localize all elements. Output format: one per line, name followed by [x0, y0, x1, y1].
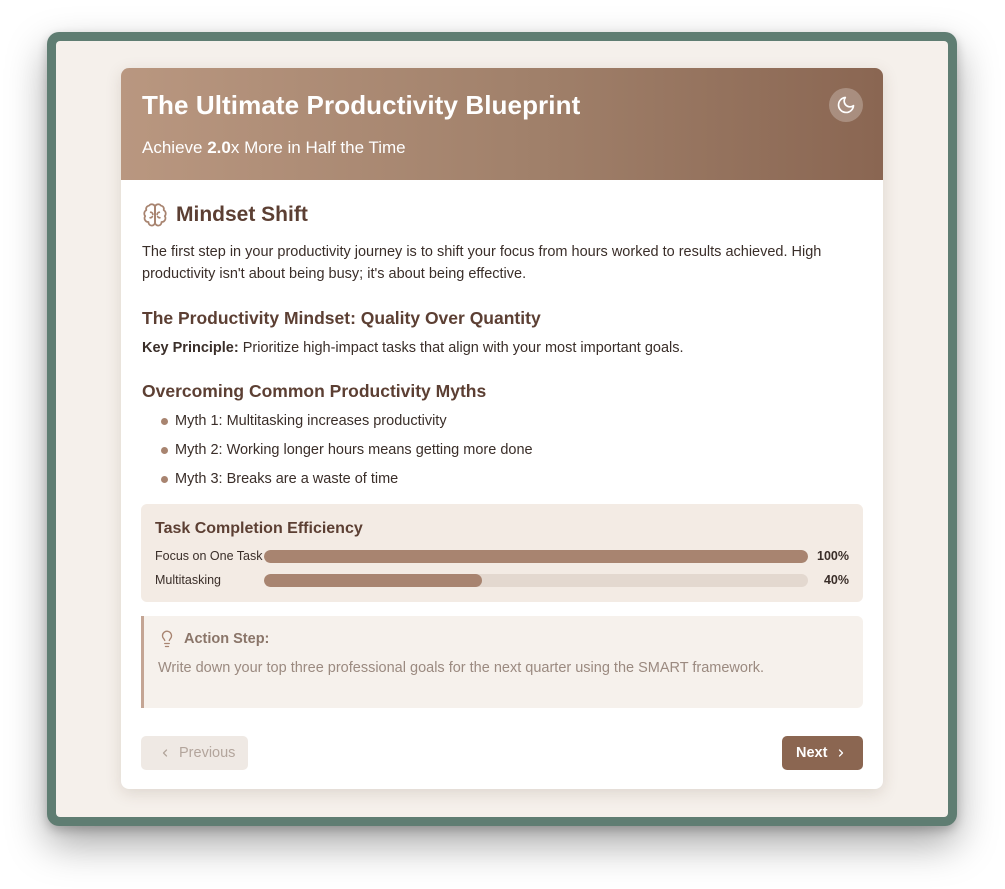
next-button[interactable]: Next	[782, 736, 863, 770]
chevron-right-icon	[839, 749, 844, 757]
subtitle-suffix: x More in Half the Time	[230, 138, 406, 157]
brain-icon	[143, 203, 167, 227]
chart-title: Task Completion Efficiency	[155, 520, 363, 537]
lesson-card: The Ultimate Productivity Blueprint Achi…	[121, 68, 883, 789]
bar-value: 40%	[823, 573, 849, 587]
next-button-label: Next	[796, 745, 828, 761]
bar-label: Multitasking	[155, 573, 221, 587]
list-item: Myth 3: Breaks are a waste of time	[161, 469, 533, 498]
section-title: Mindset Shift	[176, 203, 308, 226]
list-item: Myth 2: Working longer hours means getti…	[161, 440, 533, 469]
bar-fill	[264, 574, 482, 587]
previous-button-label: Previous	[179, 745, 236, 761]
window-frame: The Ultimate Productivity Blueprint Achi…	[47, 32, 957, 826]
bar-fill	[264, 550, 808, 563]
card-header: The Ultimate Productivity Blueprint Achi…	[121, 68, 883, 180]
action-step-text: Write down your top three professional g…	[158, 660, 765, 676]
page-subtitle: Achieve 2.0x More in Half the Time	[142, 138, 406, 158]
section-intro: The first step in your productivity jour…	[142, 244, 822, 282]
subheading-myths: Overcoming Common Productivity Myths	[142, 381, 487, 401]
key-principle-label: Key Principle:	[142, 340, 239, 356]
bar-row: Multitasking 40%	[155, 572, 849, 588]
subheading-mindset: The Productivity Mindset: Quality Over Q…	[142, 308, 541, 328]
myths-list: Myth 1: Multitasking increases productiv…	[161, 411, 533, 498]
section-heading: Mindset Shift	[142, 201, 308, 229]
lightbulb-icon	[161, 630, 173, 648]
list-item: Myth 1: Multitasking increases productiv…	[161, 411, 533, 440]
key-principle: Key Principle: Prioritize high-impact ta…	[142, 340, 684, 356]
chevron-left-icon	[162, 749, 168, 757]
subtitle-prefix: Achieve	[142, 138, 208, 157]
subtitle-multiplier: 2.0	[207, 138, 231, 157]
key-principle-text: Prioritize high-impact tasks that align …	[238, 340, 684, 356]
action-step-box: Action Step: Write down your top three p…	[141, 616, 863, 708]
moon-icon	[837, 96, 855, 114]
theme-toggle-button[interactable]	[829, 88, 863, 122]
page-title: The Ultimate Productivity Blueprint	[142, 90, 581, 120]
window-content: The Ultimate Productivity Blueprint Achi…	[56, 41, 948, 817]
action-step-header: Action Step:	[158, 630, 269, 648]
bar-row: Focus on One Task 100%	[155, 548, 849, 564]
bar-label: Focus on One Task	[155, 549, 263, 563]
bar-value: 100%	[817, 549, 849, 563]
previous-button[interactable]: Previous	[141, 736, 248, 770]
action-step-label: Action Step:	[184, 631, 270, 647]
efficiency-chart: Task Completion Efficiency Focus on One …	[141, 504, 863, 602]
bar-track	[264, 574, 808, 587]
bar-track	[264, 550, 808, 563]
